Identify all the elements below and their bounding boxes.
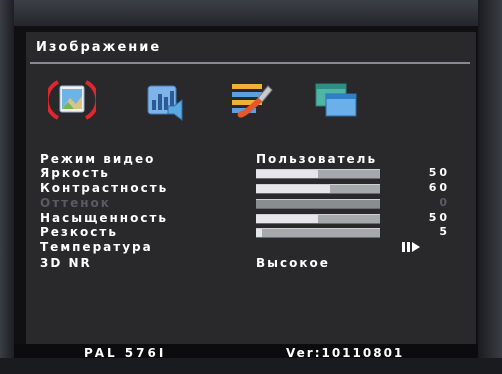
saturation-slider[interactable] xyxy=(256,214,380,224)
slider-fill xyxy=(256,170,318,178)
setting-label: Резкость xyxy=(40,225,118,239)
setting-number: 60 xyxy=(428,181,450,194)
monitor-bezel-top xyxy=(0,0,502,26)
setting-number: 50 xyxy=(428,166,450,179)
tools-icon xyxy=(232,84,273,118)
signal-format: PAL 576I xyxy=(84,346,167,358)
sharpness-slider[interactable] xyxy=(256,228,380,238)
setting-label: Оттенок xyxy=(40,196,111,210)
windows-icon xyxy=(315,83,357,117)
picture-icon xyxy=(48,80,96,120)
monitor-bezel-left xyxy=(0,0,14,374)
setting-value: Пользователь xyxy=(256,152,378,166)
contrast-slider[interactable] xyxy=(256,184,380,194)
slider-fill xyxy=(256,229,263,237)
setting-label: Контрастность xyxy=(40,181,169,195)
brightness-slider[interactable] xyxy=(256,169,380,179)
setting-label: 3D NR xyxy=(40,256,92,270)
hue-slider xyxy=(256,199,380,209)
setting-label: Насыщенность xyxy=(40,211,168,225)
setting-sharpness[interactable]: Резкость 5 xyxy=(40,225,460,241)
monitor-bezel-right xyxy=(478,0,502,374)
osd-title: Изображение xyxy=(36,40,162,55)
firmware-version: Ver:10110801 xyxy=(286,346,405,358)
monitor-screen: Изображение Режим видео Пользователь Ярк… xyxy=(14,26,478,358)
slider-fill xyxy=(256,215,318,223)
tab-tools[interactable] xyxy=(228,76,276,124)
setting-label: Режим видео xyxy=(40,152,156,166)
setting-contrast[interactable]: Контрастность 60 xyxy=(40,181,460,197)
setting-number: 5 xyxy=(439,225,450,238)
tab-windows[interactable] xyxy=(312,76,360,124)
setting-3d-nr[interactable]: 3D NR Высокое xyxy=(40,256,460,272)
monitor-bezel-bottom xyxy=(0,358,502,374)
sound-chart-icon xyxy=(147,85,183,121)
tab-sound[interactable] xyxy=(142,76,190,124)
setting-number: 50 xyxy=(428,211,450,224)
setting-label: Температура xyxy=(40,240,153,254)
osd-menu: Изображение Режим видео Пользователь Ярк… xyxy=(26,32,476,354)
setting-label: Яркость xyxy=(40,166,110,180)
setting-temperature[interactable]: Температура xyxy=(40,240,460,256)
title-divider xyxy=(30,62,470,64)
tab-picture[interactable] xyxy=(48,76,96,124)
setting-brightness[interactable]: Яркость 50 xyxy=(40,166,460,182)
setting-number: 0 xyxy=(439,196,450,209)
setting-hue: Оттенок 0 xyxy=(40,196,460,212)
setting-value: Высокое xyxy=(256,256,330,270)
submenu-arrow-icon[interactable] xyxy=(400,241,422,253)
slider-fill xyxy=(256,185,331,193)
